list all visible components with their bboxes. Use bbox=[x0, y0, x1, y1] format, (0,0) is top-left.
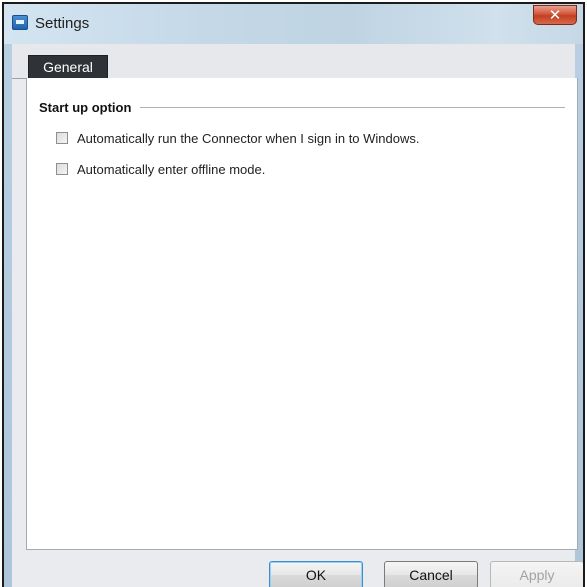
apply-button[interactable]: Apply bbox=[490, 561, 583, 587]
app-icon bbox=[12, 15, 28, 30]
offline-mode-option[interactable]: Automatically enter offline mode. bbox=[56, 160, 265, 178]
dialog-client-area: General Start up option Automatically ru… bbox=[12, 44, 583, 587]
auto-run-label[interactable]: Automatically run the Connector when I s… bbox=[77, 131, 420, 146]
offline-mode-checkbox[interactable] bbox=[56, 163, 68, 175]
startup-group-title: Start up option bbox=[39, 99, 132, 115]
general-panel: Start up option Automatically run the Co… bbox=[26, 78, 578, 550]
cancel-button[interactable]: Cancel bbox=[384, 561, 478, 587]
auto-run-option[interactable]: Automatically run the Connector when I s… bbox=[56, 129, 420, 147]
close-button[interactable]: ✕ bbox=[533, 5, 577, 25]
tab-general[interactable]: General bbox=[28, 55, 108, 78]
dialog-button-bar: OK Cancel Apply bbox=[12, 550, 583, 587]
tab-strip: General bbox=[12, 44, 575, 79]
offline-mode-label[interactable]: Automatically enter offline mode. bbox=[77, 162, 265, 177]
startup-group-header: Start up option bbox=[39, 98, 565, 116]
title-bar[interactable]: Settings ✕ bbox=[4, 4, 583, 44]
auto-run-checkbox[interactable] bbox=[56, 132, 68, 144]
close-icon: ✕ bbox=[548, 5, 562, 24]
settings-window: Settings ✕ General Start up option Autom… bbox=[2, 2, 585, 587]
group-divider bbox=[140, 106, 565, 108]
ok-button[interactable]: OK bbox=[269, 561, 363, 587]
window-title: Settings bbox=[35, 15, 90, 32]
